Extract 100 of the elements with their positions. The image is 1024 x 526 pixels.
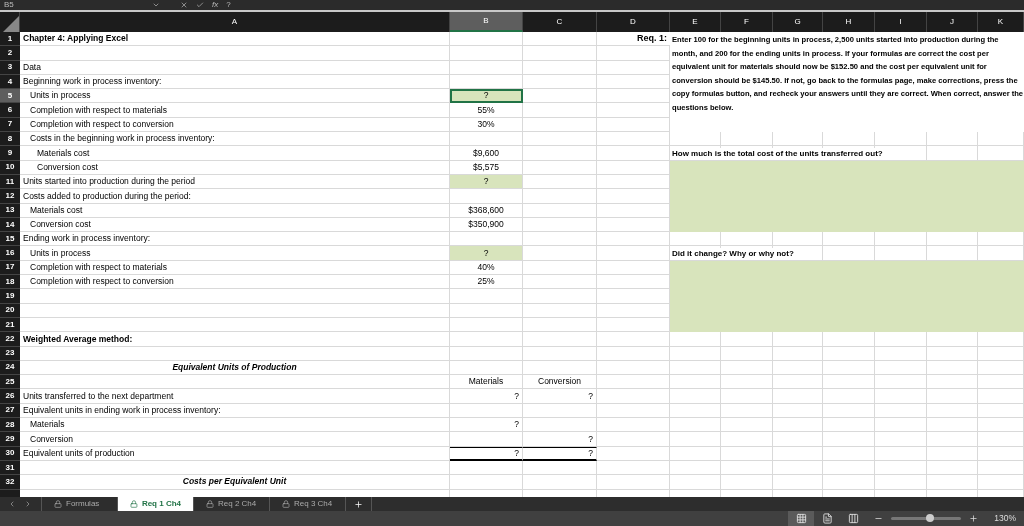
- input-cell[interactable]: ?: [450, 246, 523, 261]
- table-cell: [927, 475, 978, 490]
- row-number[interactable]: 22: [0, 332, 20, 347]
- page-break-icon: [847, 513, 859, 524]
- cancel-icon[interactable]: [180, 1, 188, 9]
- column-header[interactable]: C: [523, 12, 597, 32]
- table-cell: [670, 446, 721, 461]
- table-cell: [773, 432, 823, 447]
- table-cell: [823, 475, 875, 490]
- row-number[interactable]: 16: [0, 246, 20, 261]
- table-cell: [978, 389, 1024, 404]
- table-cell: [927, 375, 978, 390]
- zoom-in-icon[interactable]: [969, 514, 979, 523]
- table-cell: Units started into production during the period: [20, 174, 450, 190]
- sheet-tab[interactable]: Req 1 Ch4: [118, 497, 194, 511]
- table-cell: [875, 475, 927, 490]
- table-cell: [978, 403, 1024, 418]
- table-cell: [773, 375, 823, 390]
- row-number[interactable]: 18: [0, 275, 20, 290]
- table-cell: [875, 360, 927, 376]
- row-number[interactable]: 26: [0, 389, 20, 404]
- table-cell: 30%: [450, 117, 523, 133]
- zoom-slider[interactable]: [891, 517, 962, 520]
- table-cell: Equivalent units in ending work in process inventory:: [20, 403, 450, 418]
- table-cell: [927, 246, 978, 261]
- row-header: [0, 489, 20, 497]
- view-button[interactable]: [788, 511, 815, 526]
- table-cell: [978, 446, 1024, 461]
- input-cell[interactable]: ?: [450, 89, 523, 104]
- row-number[interactable]: 9: [0, 146, 20, 161]
- table-cell: Beginning work in process inventory:: [20, 74, 450, 90]
- select-all-icon[interactable]: [3, 16, 19, 32]
- table-cell: 25%: [450, 275, 523, 290]
- zoom-slider-thumb[interactable]: [925, 514, 934, 522]
- table-cell: [721, 360, 773, 376]
- table-cell: [978, 418, 1024, 433]
- table-cell: [773, 475, 823, 490]
- table-cell: [823, 360, 875, 376]
- table-cell: [978, 460, 1024, 476]
- row-number[interactable]: 2: [0, 46, 20, 61]
- column-header[interactable]: B: [450, 12, 523, 32]
- table-cell: [721, 403, 773, 418]
- row-number[interactable]: 6: [0, 103, 20, 118]
- table-cell: [927, 432, 978, 447]
- table-cell: [875, 346, 927, 361]
- previous-sheet-icon[interactable]: [8, 500, 16, 508]
- table-cell: [823, 375, 875, 390]
- table-cell: ?: [450, 418, 523, 433]
- table-cell: [721, 460, 773, 476]
- row-number[interactable]: 28: [0, 418, 20, 433]
- row-number[interactable]: 12: [0, 189, 20, 204]
- row-number[interactable]: 19: [0, 289, 20, 304]
- table-cell: ?: [523, 446, 597, 461]
- table-cell: [670, 346, 721, 361]
- next-sheet-icon[interactable]: [24, 500, 32, 508]
- table-cell: [875, 246, 927, 261]
- table-cell: Conversion cost: [20, 217, 450, 233]
- question-text: How much is the total cost of the units transferred out?: [672, 147, 883, 160]
- table-cell: Data: [20, 60, 450, 75]
- row-number[interactable]: 8: [0, 132, 20, 147]
- question-text: Did it change? Why or why not?: [672, 247, 794, 260]
- table-cell: [721, 346, 773, 361]
- plus-icon: [354, 499, 363, 509]
- table-cell: [875, 432, 927, 447]
- row-number[interactable]: 1: [0, 32, 20, 47]
- table-cell: [875, 460, 927, 476]
- table-cell: [721, 475, 773, 490]
- table-cell: [978, 432, 1024, 447]
- table-cell: Materials cost: [20, 203, 450, 218]
- table-cell: Costs per Equivalent Unit: [20, 475, 450, 490]
- table-cell: Units transferred to the next department: [20, 389, 450, 404]
- table-cell: Ending work in process inventory:: [20, 232, 450, 247]
- table-cell: [927, 346, 978, 361]
- table-cell: [773, 460, 823, 476]
- enter-icon[interactable]: [196, 1, 204, 9]
- row-number[interactable]: 15: [0, 232, 20, 247]
- table-cell: $9,600: [450, 146, 523, 161]
- table-cell: [875, 389, 927, 404]
- row-number[interactable]: 25: [0, 375, 20, 390]
- table-cell: [670, 460, 721, 476]
- row-number[interactable]: 32: [0, 475, 20, 490]
- table-cell: [927, 446, 978, 461]
- table-cell: [823, 446, 875, 461]
- table-cell: [927, 389, 978, 404]
- table-cell: [721, 418, 773, 433]
- table-cell: [773, 403, 823, 418]
- table-cell: Conversion: [20, 432, 450, 447]
- table-cell: [927, 360, 978, 376]
- table-cell: Equivalent units of production: [20, 446, 450, 461]
- table-cell: [670, 418, 721, 433]
- name-box[interactable]: B5: [4, 0, 144, 10]
- row-number[interactable]: 29: [0, 432, 20, 447]
- normal-view-icon: [795, 513, 807, 524]
- table-cell: Costs in the beginning work in process inventory:: [20, 132, 450, 147]
- table-cell: Conversion cost: [20, 160, 450, 175]
- row-number[interactable]: 5: [0, 89, 20, 104]
- table-cell: [927, 146, 978, 161]
- dropdown-caret-icon[interactable]: [152, 1, 160, 9]
- function-label[interactable]: fx: [212, 0, 219, 10]
- table-cell: 55%: [450, 103, 523, 118]
